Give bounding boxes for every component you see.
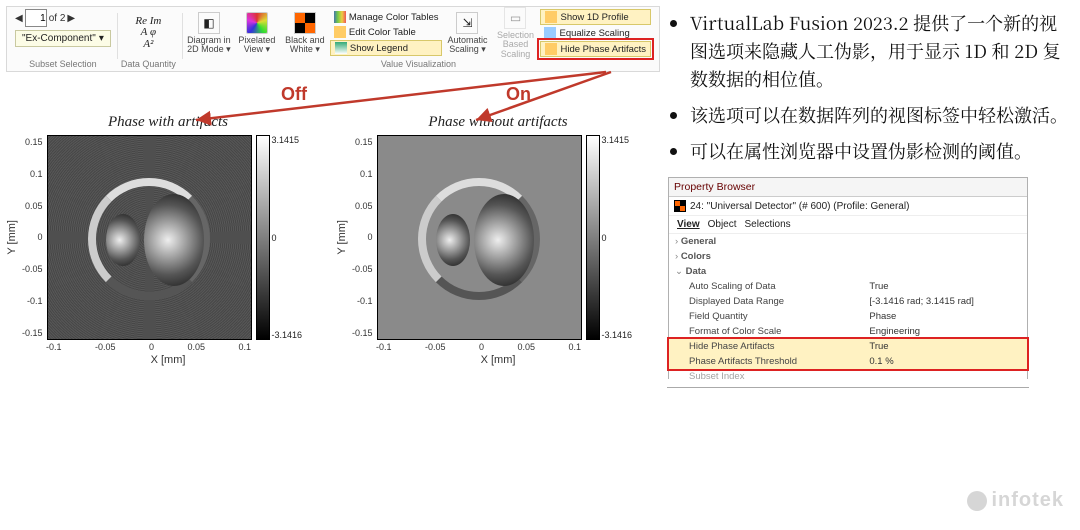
plot-image-right — [377, 135, 582, 340]
edit-color-table[interactable]: Edit Color Table — [330, 25, 443, 39]
plot-without-artifacts: Phase without artifacts Y [mm] 0.150.10.… — [336, 114, 660, 366]
subset-caption: Subset Selection — [29, 57, 97, 71]
pencil-icon — [334, 26, 346, 38]
tab-object[interactable]: Object — [708, 219, 737, 230]
tab-selections[interactable]: Selections — [745, 219, 791, 230]
selection-scaling-button[interactable]: ▭ Selection Based Scaling — [492, 7, 538, 59]
next-icon[interactable]: ▶ — [67, 13, 75, 24]
page-total: of 2 — [49, 13, 66, 24]
sec-data[interactable]: Data — [669, 264, 1027, 279]
colorbar — [586, 135, 600, 340]
group-value-viz: ◧ Diagram in 2D Mode ▾ Pixelated View ▾ … — [182, 9, 655, 71]
label-off: Off — [281, 84, 307, 105]
hide-phase-artifacts[interactable]: Hide Phase Artifacts — [540, 41, 651, 57]
propwin-title: Property Browser — [669, 178, 1027, 197]
palette-icon — [246, 12, 268, 34]
bullet-1: VirtualLab Fusion 2023.2 提供了一个新的视图选项来隐藏人… — [690, 10, 1074, 94]
ribbon-toolbar: ◀ of 2 ▶ "Ex-Component"▾ Subset Selectio… — [6, 6, 660, 72]
label-on: On — [506, 84, 531, 105]
property-browser-window: Property Browser 24: "Universal Detector… — [668, 177, 1028, 385]
diagram-2d-button[interactable]: ◧ Diagram in 2D Mode ▾ — [186, 12, 232, 55]
plot-with-artifacts: Phase with artifacts Y [mm] 0.150.10.050… — [6, 114, 330, 366]
colorbar — [256, 135, 270, 340]
show-1d-profile[interactable]: Show 1D Profile — [540, 9, 651, 25]
selection-icon: ▭ — [504, 7, 526, 29]
left-panel: ◀ of 2 ▶ "Ex-Component"▾ Subset Selectio… — [6, 6, 660, 385]
hide-artifacts-icon — [545, 43, 557, 55]
propwin-tabs: View Object Selections — [669, 216, 1027, 234]
tab-view[interactable]: View — [677, 219, 700, 230]
sec-general[interactable]: General — [669, 234, 1027, 249]
torn-edge — [667, 379, 1029, 387]
plot-image-left — [47, 135, 252, 340]
diagram-icon: ◧ — [198, 12, 220, 34]
equalize-scaling[interactable]: Equalize Scaling — [540, 26, 651, 40]
bullet-list: VirtualLab Fusion 2023.2 提供了一个新的视图选项来隐藏人… — [668, 10, 1074, 165]
annotation-arrows: Off On — [6, 72, 660, 112]
bullet-2: 该选项可以在数据阵列的视图标签中轻松激活。 — [690, 102, 1074, 130]
bw-icon — [294, 12, 316, 34]
group-subset: ◀ of 2 ▶ "Ex-Component"▾ Subset Selectio… — [11, 9, 115, 71]
palette2-icon — [334, 11, 346, 23]
watermark-icon — [967, 491, 987, 511]
subset-page-spinner[interactable]: ◀ of 2 ▶ — [15, 9, 75, 27]
prev-icon[interactable]: ◀ — [15, 13, 23, 24]
plots-row: Phase with artifacts Y [mm] 0.150.10.050… — [6, 114, 660, 366]
propwin-subtitle: 24: "Universal Detector" (# 600) (Profil… — [669, 197, 1027, 216]
pixelated-view-button[interactable]: Pixelated View ▾ — [234, 12, 280, 55]
row-phase-threshold[interactable]: Phase Artifacts Threshold0.1 % — [669, 354, 1027, 369]
sec-colors[interactable]: Colors — [669, 249, 1027, 264]
subset-field[interactable]: "Ex-Component"▾ — [15, 30, 111, 47]
equalize-icon — [544, 27, 556, 39]
automatic-scaling-button[interactable]: ⇲ Automatic Scaling ▾ — [444, 12, 490, 55]
subset-page-input[interactable] — [25, 9, 47, 27]
right-panel: VirtualLab Fusion 2023.2 提供了一个新的视图选项来隐藏人… — [668, 6, 1074, 385]
bullet-3: 可以在属性浏览器中设置伪影检测的阈值。 — [690, 138, 1074, 166]
manage-color-tables[interactable]: Manage Color Tables — [330, 10, 443, 24]
profile-icon — [545, 11, 557, 23]
legend-icon — [335, 42, 347, 54]
detector-icon — [674, 200, 686, 212]
watermark: infotek — [967, 489, 1064, 512]
black-white-button[interactable]: Black and White ▾ — [282, 12, 328, 55]
group-data-quantity: Re Im A φ A² Data Quantity — [117, 9, 180, 71]
show-legend[interactable]: Show Legend — [330, 40, 443, 56]
y-axis-ticks: 0.150.10.050-0.05-0.1-0.15 — [22, 135, 43, 340]
row-hide-phase-artifacts[interactable]: Hide Phase ArtifactsTrue — [669, 339, 1027, 354]
autoscale-icon: ⇲ — [456, 12, 478, 34]
